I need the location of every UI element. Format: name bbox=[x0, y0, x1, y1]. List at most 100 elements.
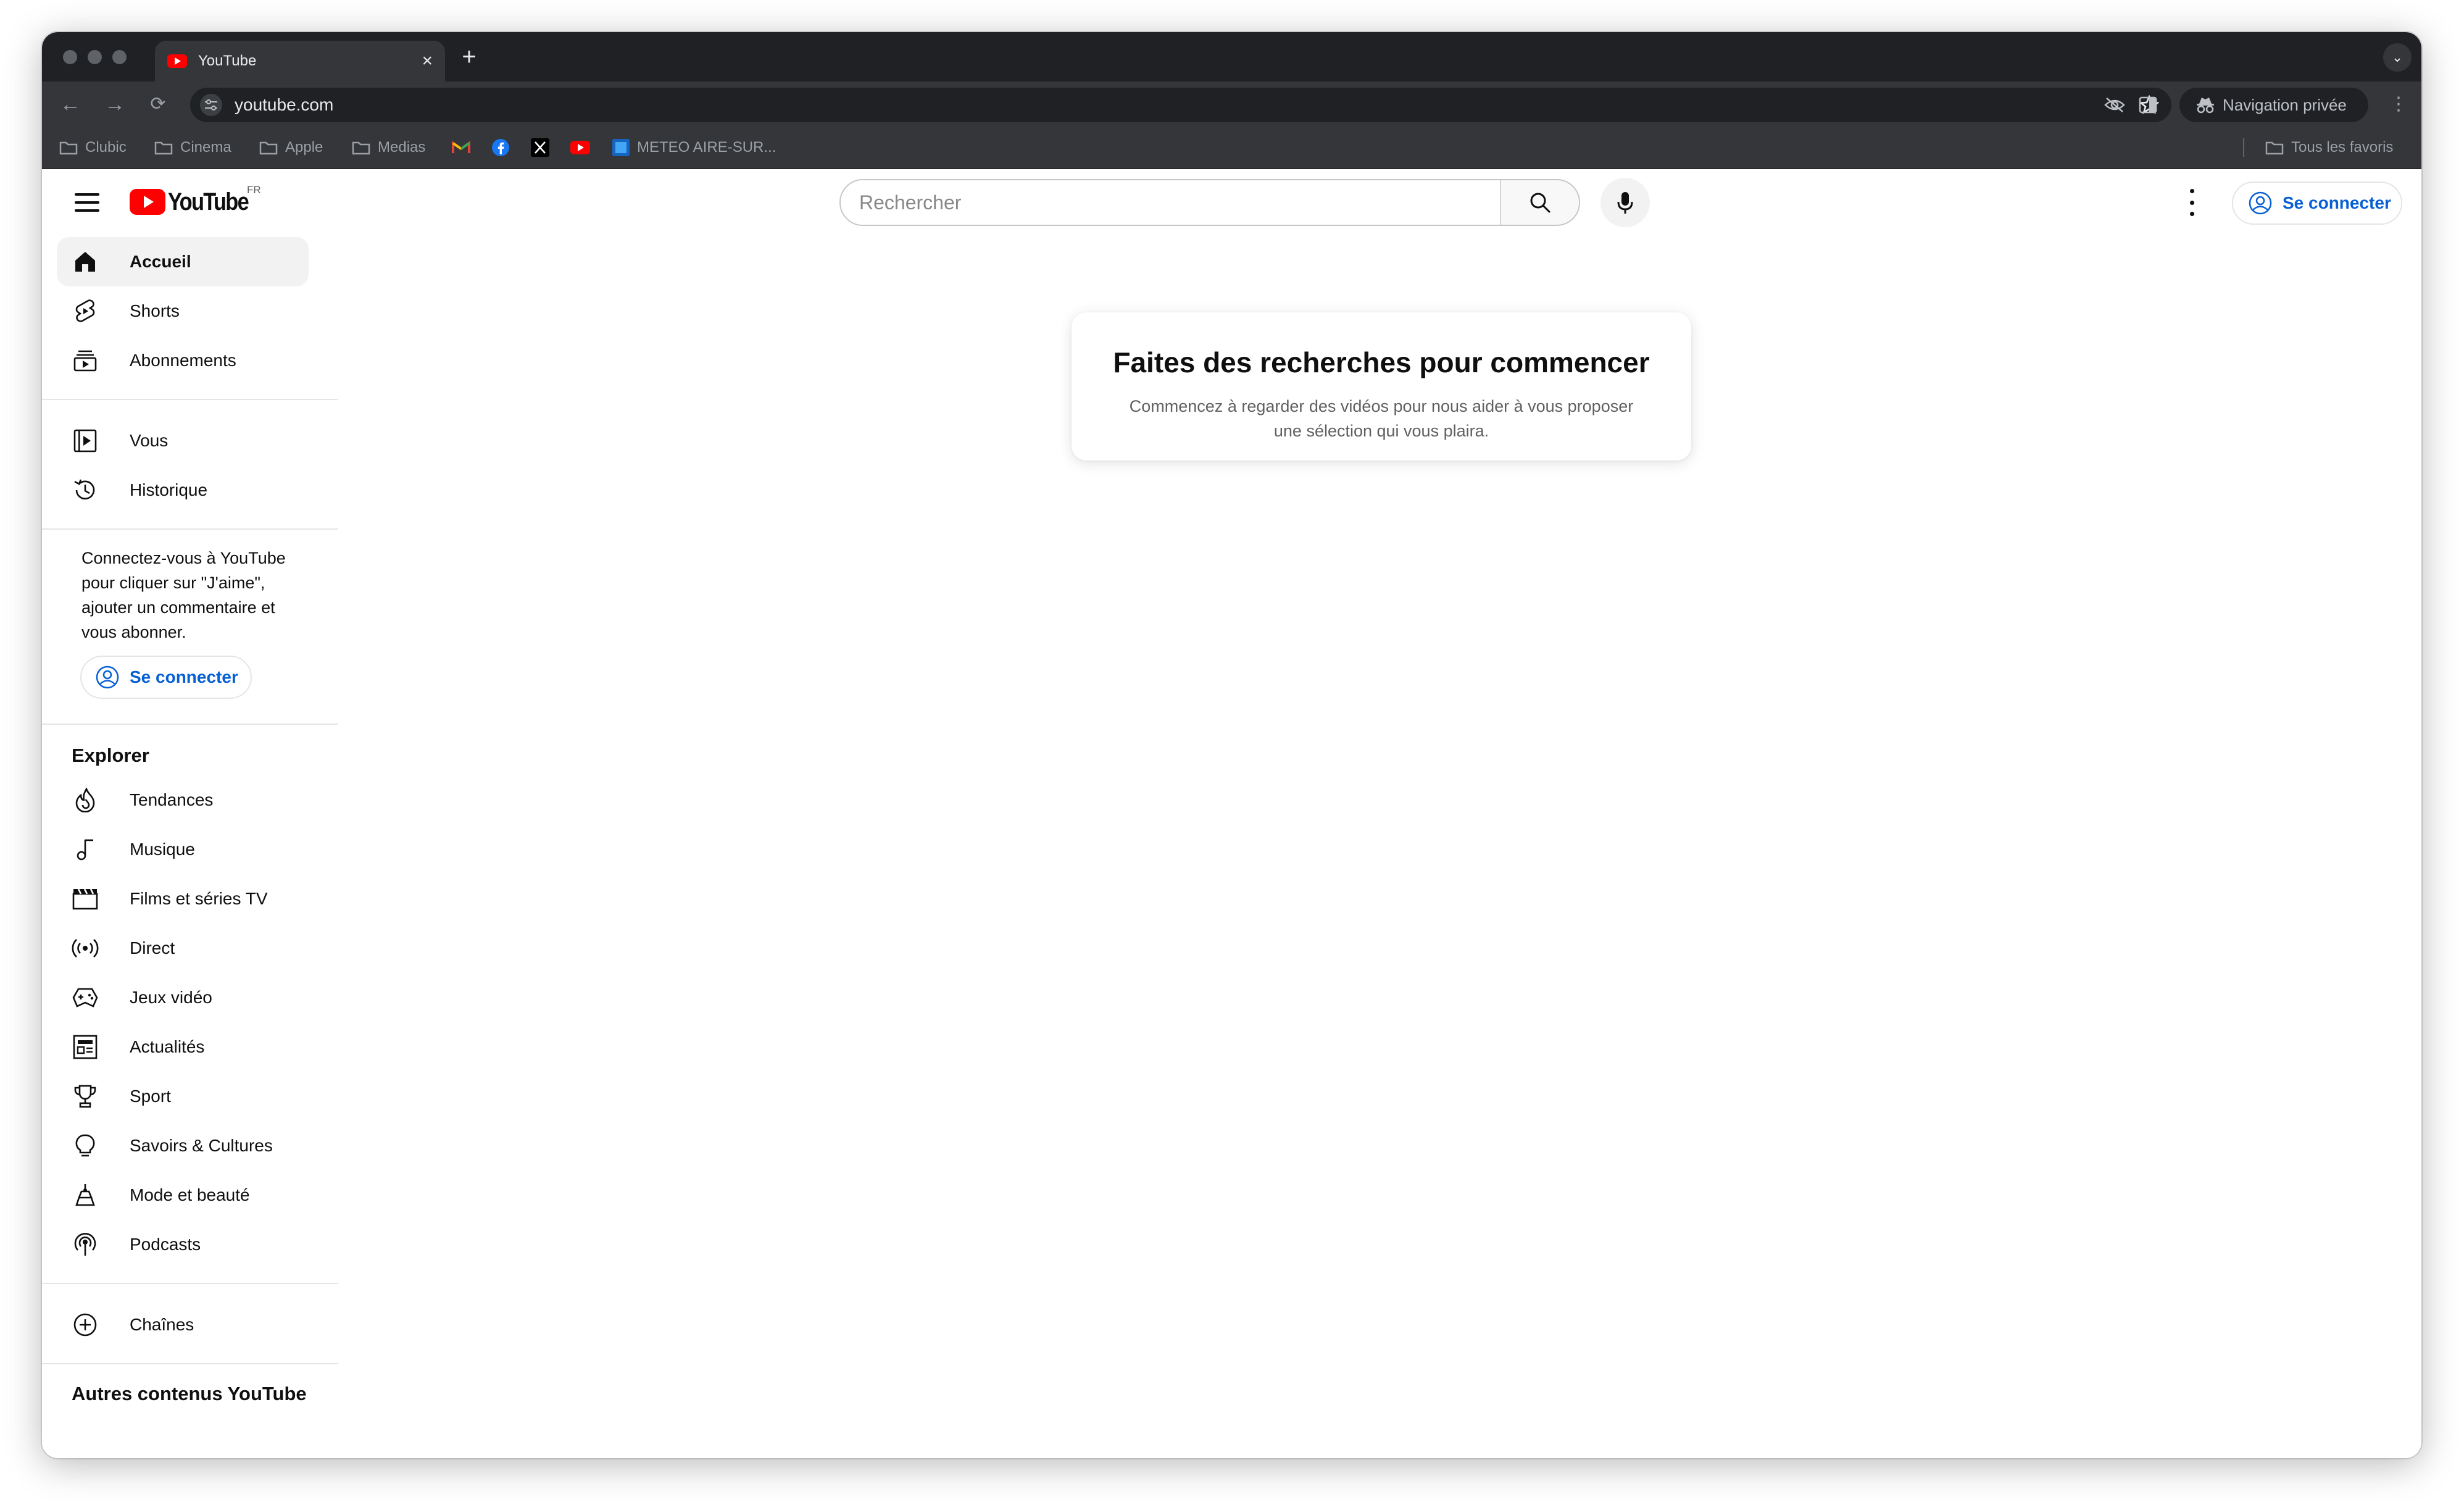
folder-icon bbox=[2265, 141, 2284, 155]
bookmark-folder-cinema[interactable]: Cinema bbox=[154, 127, 231, 168]
empty-feed-message: Commencez à regarder des vidéos pour nou… bbox=[1129, 397, 1634, 440]
folder-icon bbox=[59, 141, 78, 155]
gaming-icon bbox=[72, 984, 99, 1011]
x-logo-icon bbox=[531, 138, 549, 157]
sidebar-item-historique[interactable]: Historique bbox=[57, 465, 309, 515]
bookmark-meteo[interactable]: METEO AIRE-SUR... bbox=[612, 127, 776, 168]
sidebar-item-musique[interactable]: Musique bbox=[57, 825, 309, 874]
bookmarks-bar: Clubic Cinema Apple Medias METEO AIRE-SU bbox=[42, 127, 2421, 169]
youtube-logo[interactable]: YouTube bbox=[130, 188, 261, 216]
all-bookmarks-folder[interactable]: Tous les favoris bbox=[2265, 127, 2393, 168]
microphone-icon bbox=[1617, 192, 1633, 214]
sidebar-item-mode[interactable]: Mode et beauté bbox=[57, 1170, 309, 1220]
private-mode-indicator[interactable]: Navigation privée bbox=[2179, 88, 2368, 122]
bookmark-youtube[interactable] bbox=[570, 127, 597, 168]
country-code: FR bbox=[247, 184, 261, 196]
search-button[interactable] bbox=[1500, 180, 1579, 225]
bookmarks-separator bbox=[2243, 138, 2244, 157]
forward-button[interactable]: → bbox=[101, 91, 128, 118]
lightbulb-icon bbox=[72, 1132, 99, 1159]
eye-off-icon[interactable] bbox=[2097, 88, 2132, 122]
tab-strip: YouTube × + ⌄ bbox=[42, 32, 2421, 81]
browser-window: YouTube × + ⌄ ← → ⟳ youtube.com Navigati… bbox=[42, 32, 2421, 1458]
sidebar-item-chaines[interactable]: Chaînes bbox=[57, 1300, 309, 1349]
account-circle-icon bbox=[96, 665, 119, 689]
folder-icon bbox=[352, 141, 370, 155]
sidebar-item-jeux[interactable]: Jeux vidéo bbox=[57, 973, 309, 1022]
youtube-favicon-icon bbox=[570, 141, 590, 154]
sidebar-item-podcasts[interactable]: Podcasts bbox=[57, 1220, 309, 1269]
empty-feed-title: Faites des recherches pour commencer bbox=[1113, 346, 1650, 378]
youtube-page: YouTube FR Se connecter Accueil Shorts bbox=[42, 169, 2421, 1458]
signin-label: Se connecter bbox=[2283, 193, 2391, 212]
new-tab-button[interactable]: + bbox=[456, 43, 483, 70]
sidebar-item-sport[interactable]: Sport bbox=[57, 1072, 309, 1121]
folder-icon bbox=[259, 141, 278, 155]
empty-feed-card: Faites des recherches pour commencer Com… bbox=[1072, 312, 1691, 461]
sidebar-divider bbox=[42, 1283, 338, 1284]
shorts-icon bbox=[72, 298, 99, 325]
settings-more-icon[interactable] bbox=[2188, 189, 2196, 216]
trending-icon bbox=[72, 786, 99, 814]
voice-search-button[interactable] bbox=[1600, 178, 1650, 227]
account-circle-icon bbox=[2249, 191, 2272, 215]
subscriptions-icon bbox=[72, 347, 99, 374]
bookmark-folder-medias[interactable]: Medias bbox=[352, 127, 425, 168]
sidebar-item-direct[interactable]: Direct bbox=[57, 924, 309, 973]
site-info-icon[interactable] bbox=[200, 94, 222, 116]
more-youtube-title: Autres contenus YouTube bbox=[72, 1383, 307, 1404]
sidebar-item-vous[interactable]: Vous bbox=[57, 416, 309, 465]
search-input[interactable] bbox=[841, 180, 1500, 225]
tab-search-button[interactable]: ⌄ bbox=[2383, 43, 2412, 72]
tab-title: YouTube bbox=[198, 52, 257, 69]
explore-title: Explorer bbox=[72, 745, 149, 766]
address-bar[interactable]: youtube.com bbox=[190, 88, 2171, 122]
meteo-favicon-icon bbox=[612, 139, 630, 156]
sidebar-item-shorts[interactable]: Shorts bbox=[57, 286, 309, 336]
side-panel-icon[interactable] bbox=[2131, 88, 2165, 122]
sidebar-divider bbox=[42, 1363, 338, 1364]
bookmark-folder-apple[interactable]: Apple bbox=[259, 127, 323, 168]
url-text: youtube.com bbox=[235, 95, 334, 114]
youtube-favicon-icon bbox=[167, 54, 187, 68]
bookmark-facebook[interactable] bbox=[491, 127, 517, 168]
podcast-icon bbox=[72, 1231, 99, 1258]
reload-button[interactable]: ⟳ bbox=[144, 91, 172, 118]
private-mode-label: Navigation privée bbox=[2223, 95, 2347, 114]
news-icon bbox=[72, 1033, 99, 1061]
youtube-logo-icon bbox=[130, 189, 165, 215]
tab-close-icon[interactable]: × bbox=[422, 52, 433, 70]
bookmark-x[interactable] bbox=[531, 127, 557, 168]
sidebar-item-tendances[interactable]: Tendances bbox=[57, 775, 309, 825]
sidebar-divider bbox=[42, 724, 338, 725]
browser-toolbar: ← → ⟳ youtube.com Navigation privée ⋮ bbox=[42, 81, 2421, 127]
signin-button[interactable]: Se connecter bbox=[2232, 181, 2402, 225]
history-icon bbox=[72, 477, 99, 504]
signin-label: Se connecter bbox=[130, 667, 238, 686]
home-icon bbox=[72, 248, 99, 275]
search-box[interactable] bbox=[839, 179, 1580, 226]
window-zoom-dot[interactable] bbox=[112, 50, 127, 64]
sidebar-item-actualites[interactable]: Actualités bbox=[57, 1022, 309, 1072]
browser-menu-icon[interactable]: ⋮ bbox=[2385, 91, 2412, 118]
library-icon bbox=[72, 427, 99, 454]
bookmark-gmail[interactable] bbox=[452, 127, 478, 168]
window-close-dot[interactable] bbox=[63, 50, 77, 64]
sidebar-item-films[interactable]: Films et séries TV bbox=[57, 874, 309, 924]
sidebar-item-accueil[interactable]: Accueil bbox=[57, 237, 309, 286]
trophy-icon bbox=[72, 1083, 99, 1110]
bookmark-folder-clubic[interactable]: Clubic bbox=[59, 127, 127, 168]
gmail-icon bbox=[452, 141, 470, 153]
window-minimize-dot[interactable] bbox=[88, 50, 102, 64]
sidebar-item-savoirs[interactable]: Savoirs & Cultures bbox=[57, 1121, 309, 1170]
sidebar-signin-button[interactable]: Se connecter bbox=[80, 656, 252, 699]
guide-menu-icon[interactable] bbox=[72, 190, 102, 215]
live-icon bbox=[72, 935, 99, 962]
movies-icon bbox=[72, 885, 99, 912]
back-button[interactable]: ← bbox=[57, 91, 84, 118]
music-icon bbox=[72, 836, 99, 863]
tab-youtube[interactable]: YouTube × bbox=[155, 41, 445, 81]
add-circle-icon bbox=[72, 1311, 99, 1338]
search-icon bbox=[1530, 193, 1550, 213]
sidebar-item-abonnements[interactable]: Abonnements bbox=[57, 336, 309, 385]
